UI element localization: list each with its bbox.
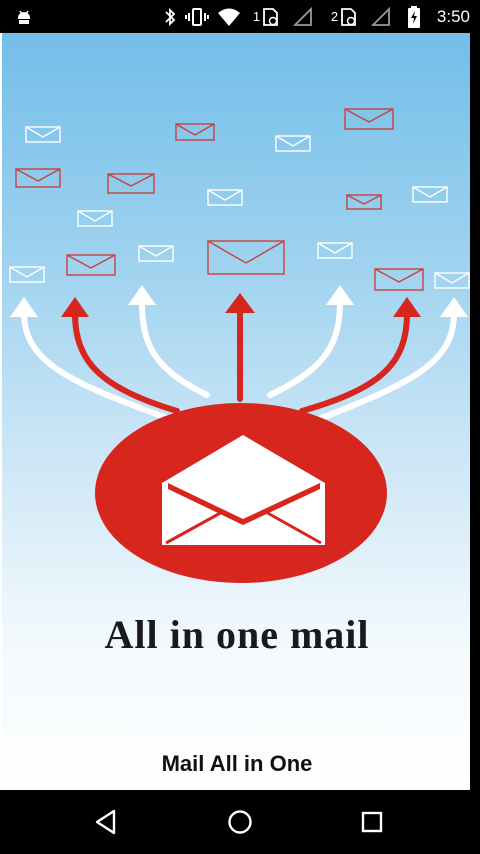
splash-screen: All in one mail Mail All in One — [0, 33, 472, 790]
signal-1-icon — [292, 0, 314, 33]
android-debug-icon — [12, 0, 36, 33]
screen-edge — [470, 33, 480, 790]
sim-1-icon: 1 — [250, 0, 282, 33]
sim-1-label: 1 — [252, 9, 261, 24]
navigation-bar — [0, 790, 480, 854]
arrow-up-icon — [21, 298, 457, 424]
status-bar: 1 2 3:50 — [0, 0, 480, 33]
home-icon[interactable] — [220, 802, 260, 842]
headline-text: All in one mail — [104, 612, 370, 657]
recents-icon[interactable] — [352, 802, 392, 842]
bluetooth-icon — [160, 0, 180, 33]
wifi-icon — [216, 0, 242, 33]
battery-charging-icon — [404, 0, 424, 33]
splash-illustration — [9, 108, 470, 583]
sim-2-label: 2 — [330, 9, 339, 24]
status-clock: 3:50 — [436, 7, 470, 26]
vibrate-icon — [184, 0, 210, 33]
floating-envelope-icon — [9, 126, 470, 289]
app-name-label: Mail All in One — [161, 751, 313, 776]
back-icon[interactable] — [86, 802, 126, 842]
signal-2-icon — [370, 0, 392, 33]
open-envelope-icon — [95, 403, 387, 583]
sim-2-icon: 2 — [328, 0, 360, 33]
floating-envelope-icon — [15, 108, 424, 291]
